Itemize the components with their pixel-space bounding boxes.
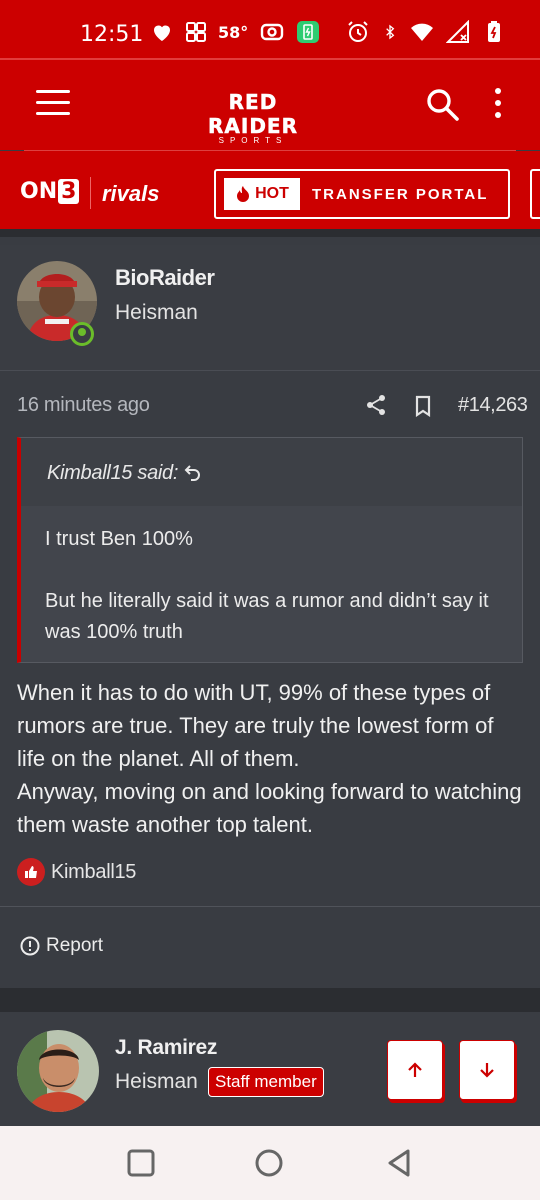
hot-label: HOT	[255, 185, 289, 202]
back-icon[interactable]	[384, 1148, 414, 1178]
post-username[interactable]: BioRaider	[115, 265, 215, 291]
cast-icon	[261, 23, 284, 41]
signal-icon	[446, 20, 469, 43]
post-username[interactable]: J. Ramirez	[115, 1036, 217, 1060]
post-user-title: Heisman	[115, 1070, 198, 1093]
brand-sub: SPORTS	[218, 136, 288, 145]
heart-icon	[154, 25, 170, 41]
search-icon[interactable]	[424, 86, 460, 122]
battery-saver-icon	[297, 21, 320, 43]
avatar[interactable]	[17, 1030, 99, 1112]
arrow-down-icon	[480, 1063, 494, 1078]
on3-logo[interactable]: ON 3	[20, 179, 80, 204]
online-status-icon	[70, 322, 94, 346]
home-icon[interactable]	[254, 1148, 284, 1178]
reaction-summary[interactable]: Kimball15	[17, 858, 136, 886]
scroll-up-button[interactable]	[387, 1040, 443, 1100]
arrow-up-icon	[408, 1062, 422, 1077]
post-user-title: Heisman	[115, 301, 198, 324]
rivals-logo[interactable]: rivals	[102, 181, 160, 207]
bookmark-icon[interactable]	[413, 395, 433, 417]
thumbs-up-icon	[17, 858, 45, 886]
reaction-user: Kimball15	[51, 860, 137, 883]
logo-divider	[90, 177, 91, 209]
on3-prefix: ON	[20, 179, 58, 204]
transfer-portal-button[interactable]: HOT TRANSFER PORTAL	[214, 169, 510, 219]
more-vertical-icon[interactable]	[486, 88, 510, 122]
share-icon[interactable]	[365, 394, 387, 416]
flame-icon	[237, 186, 250, 202]
quote-author: Kimball15 said:	[47, 462, 179, 484]
post-separator	[0, 988, 540, 1012]
post-meta: 16 minutes ago #14,263	[0, 372, 540, 436]
recent-apps-icon[interactable]	[126, 1148, 156, 1178]
battery-icon	[488, 21, 500, 42]
brand-main: RED RAIDER	[208, 90, 298, 139]
message-line: When it has to do with UT, 99% of these …	[17, 680, 494, 771]
report-label: Report	[46, 935, 104, 956]
status-time: 12:51	[80, 22, 144, 47]
partner-bar: ON 3 rivals HOT TRANSFER PORTAL	[0, 151, 540, 237]
post-message: When it has to do with UT, 99% of these …	[17, 676, 527, 841]
on3-number: 3	[58, 179, 80, 204]
scroll-down-button[interactable]	[459, 1040, 515, 1100]
alert-circle-icon	[20, 936, 40, 956]
quote-header[interactable]: Kimball15 said:	[21, 438, 522, 506]
hamburger-icon[interactable]	[36, 90, 70, 120]
bluetooth-icon	[386, 24, 395, 40]
post-time[interactable]: 16 minutes ago	[17, 394, 150, 417]
jump-to-quote-icon[interactable]	[183, 462, 203, 482]
quote-block: Kimball15 said: I trust Ben 100% But he …	[17, 437, 523, 663]
alarm-icon	[348, 21, 368, 42]
wifi-icon	[411, 23, 433, 41]
next-nav-item[interactable]	[530, 169, 540, 219]
status-bar: 12:51 58°	[0, 0, 540, 60]
top-app-bar: RED RAIDER SPORTS	[0, 60, 540, 150]
status-temperature: 58°	[218, 22, 249, 42]
post-number[interactable]: #14,263	[458, 394, 528, 417]
post-author-header: BioRaider Heisman	[0, 245, 540, 371]
system-navigation-bar	[0, 1126, 540, 1200]
grid-icon	[186, 22, 206, 42]
hot-badge: HOT	[224, 178, 300, 210]
staff-badge: Staff member	[208, 1067, 324, 1097]
quote-paragraph: I trust Ben 100%	[45, 528, 193, 550]
next-post-header: J. Ramirez Heisman Staff member	[0, 1012, 540, 1126]
quote-paragraph: But he literally said it was a rumor and…	[45, 590, 489, 643]
avatar-image	[17, 1030, 99, 1112]
divider	[0, 906, 540, 907]
report-button[interactable]: Report	[20, 935, 103, 957]
message-line: Anyway, moving on and looking forward to…	[17, 779, 522, 837]
site-logo[interactable]: RED RAIDER SPORTS	[180, 90, 326, 145]
transfer-portal-label: TRANSFER PORTAL	[312, 185, 489, 203]
quote-body: I trust Ben 100% But he literally said i…	[21, 506, 522, 648]
